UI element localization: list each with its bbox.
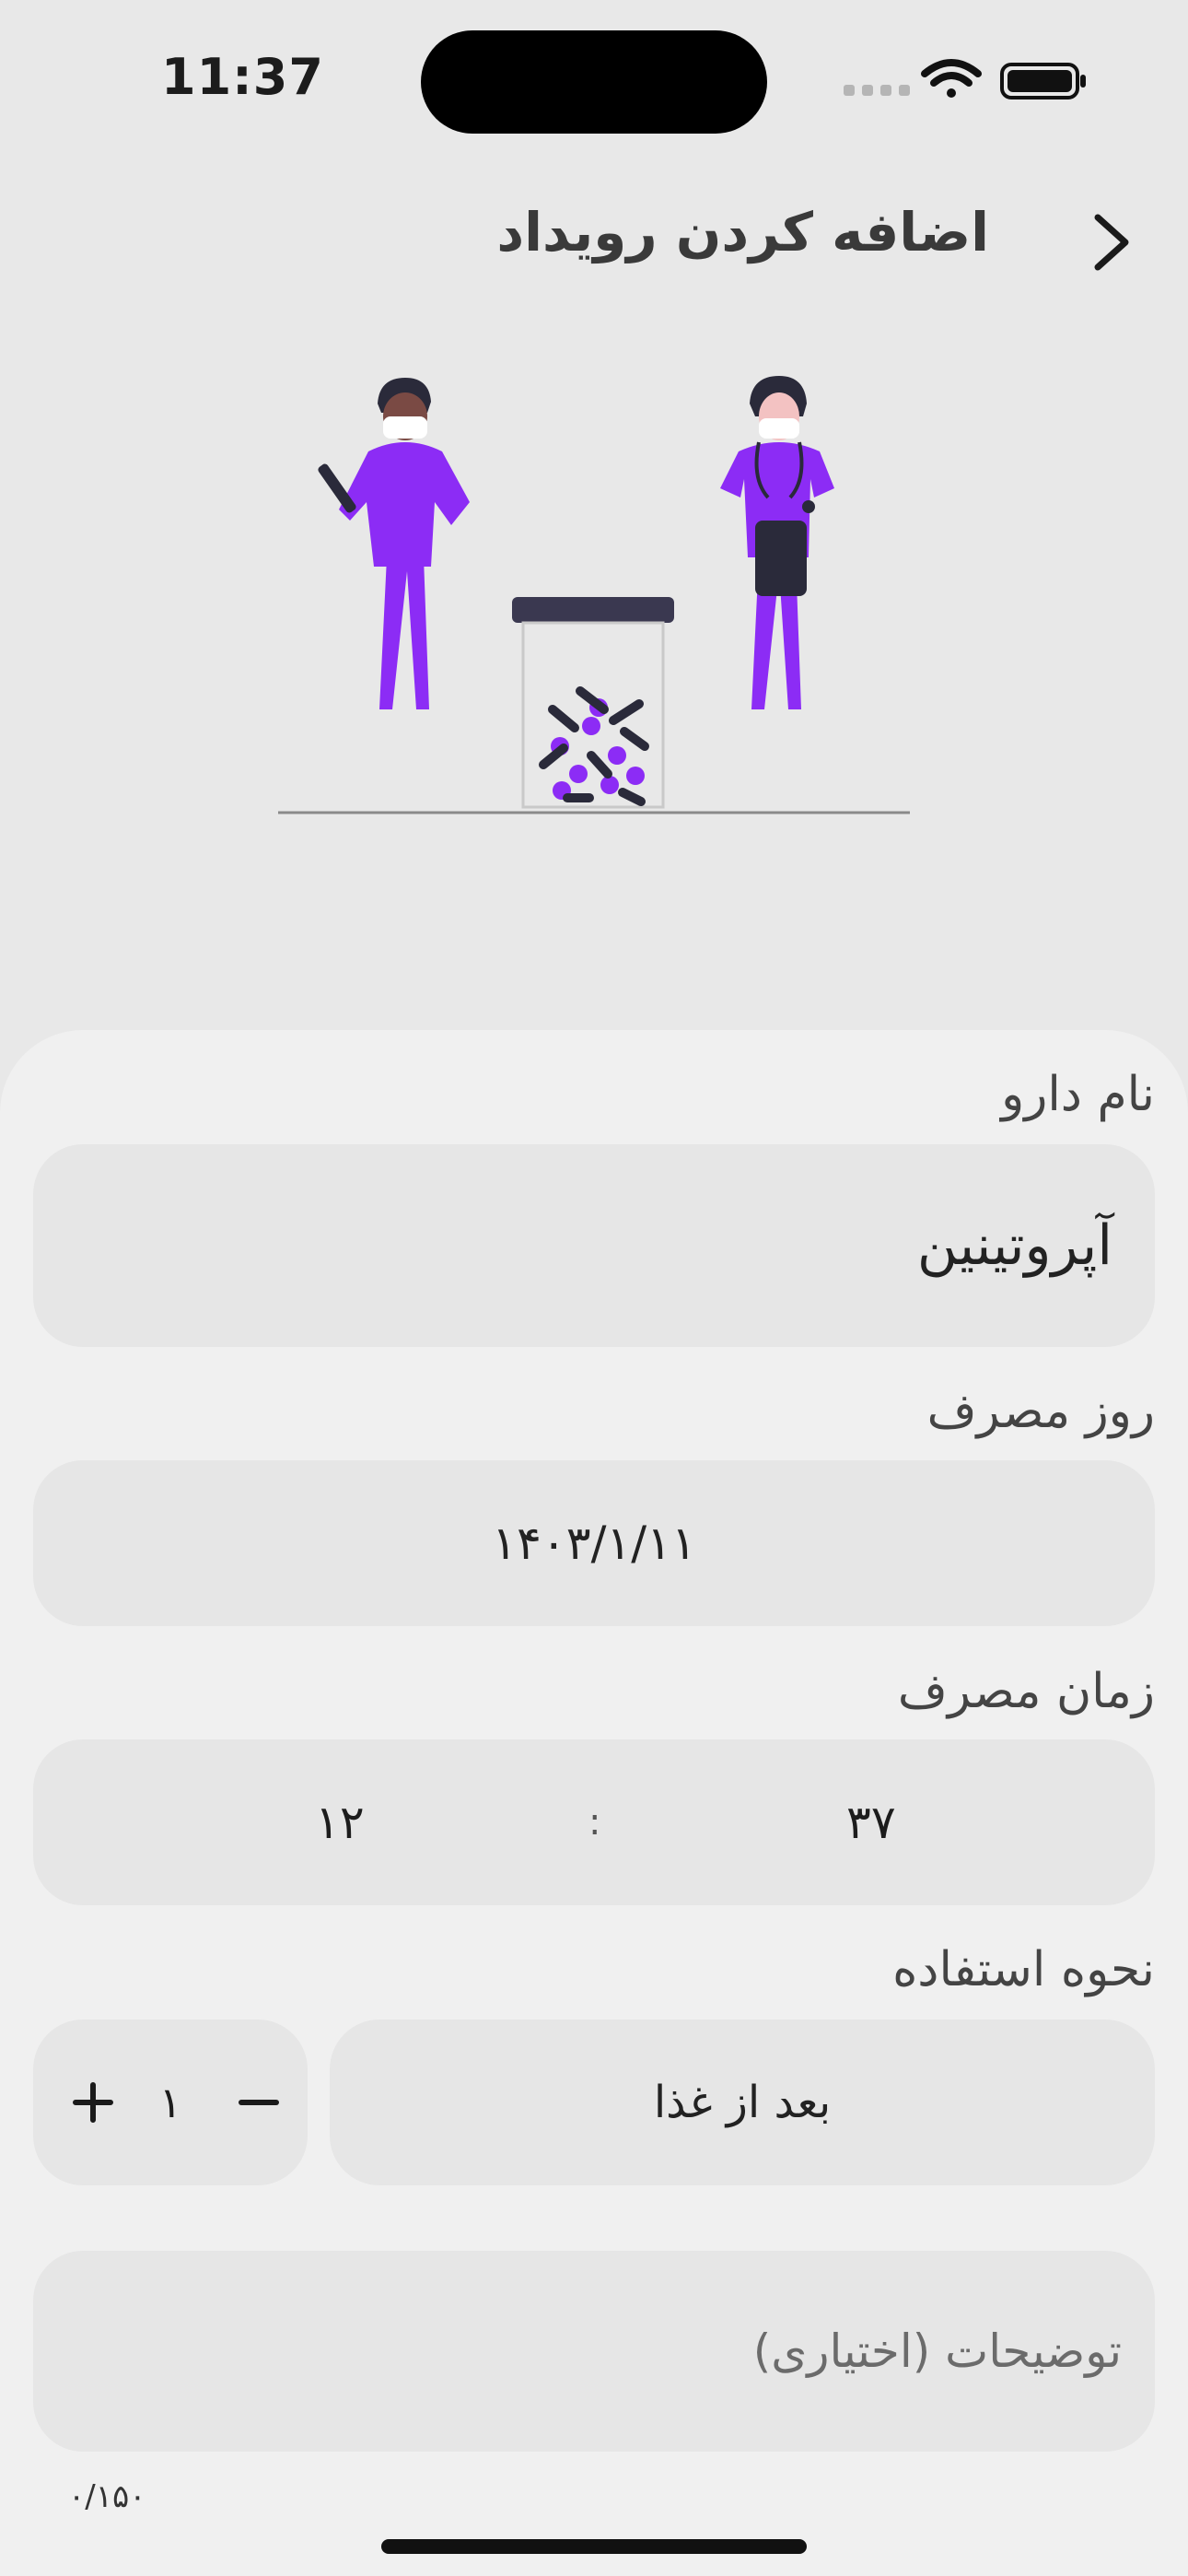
dynamic-island — [421, 30, 767, 134]
doctors-illustration — [278, 376, 910, 814]
quantity-stepper: ۱ — [33, 2020, 308, 2185]
time-label: زمان مصرف — [897, 1664, 1155, 1719]
minus-icon — [239, 2100, 279, 2105]
time-picker-field[interactable]: ۱۲ : ۳۷ — [33, 1739, 1155, 1905]
drug-name-value: آپروتینین — [916, 1213, 1112, 1278]
signal-icon — [844, 85, 910, 96]
meal-timing-value: بعد از غذا — [653, 2077, 832, 2128]
decrement-button[interactable] — [227, 2070, 291, 2135]
time-hour-value: ۱۲ — [315, 1796, 365, 1849]
usage-label: نحوه استفاده — [892, 1942, 1155, 1997]
date-label: روز مصرف — [926, 1384, 1155, 1439]
date-picker-field[interactable]: ۱۴۰۳/۱/۱۱ — [33, 1460, 1155, 1626]
back-button[interactable] — [1079, 210, 1144, 275]
drug-name-label: نام دارو — [1001, 1067, 1155, 1122]
doctor-right-figure — [720, 376, 834, 709]
wifi-icon — [921, 59, 982, 98]
battery-icon — [1000, 63, 1086, 100]
chevron-right-icon — [1094, 214, 1129, 271]
doctor-left-figure — [318, 378, 470, 709]
drug-name-field[interactable]: آپروتینین — [33, 1144, 1155, 1347]
pill-jar — [512, 597, 674, 809]
notes-char-counter: ۰/۱۵۰ — [68, 2478, 146, 2515]
page-title: اضافه کردن رویداد — [496, 201, 989, 263]
time-minute-value: ۳۷ — [846, 1796, 896, 1849]
status-icons — [844, 59, 1086, 100]
time-separator: : — [588, 1801, 601, 1844]
date-value: ۱۴۰۳/۱/۱۱ — [492, 1516, 696, 1570]
notes-placeholder: توضیحات (اختیاری) — [752, 2324, 1122, 2378]
meal-timing-select[interactable]: بعد از غذا — [330, 2020, 1155, 2185]
notes-input[interactable]: توضیحات (اختیاری) — [33, 2251, 1155, 2452]
status-time: 11:37 — [161, 48, 324, 106]
home-indicator[interactable] — [381, 2539, 807, 2554]
